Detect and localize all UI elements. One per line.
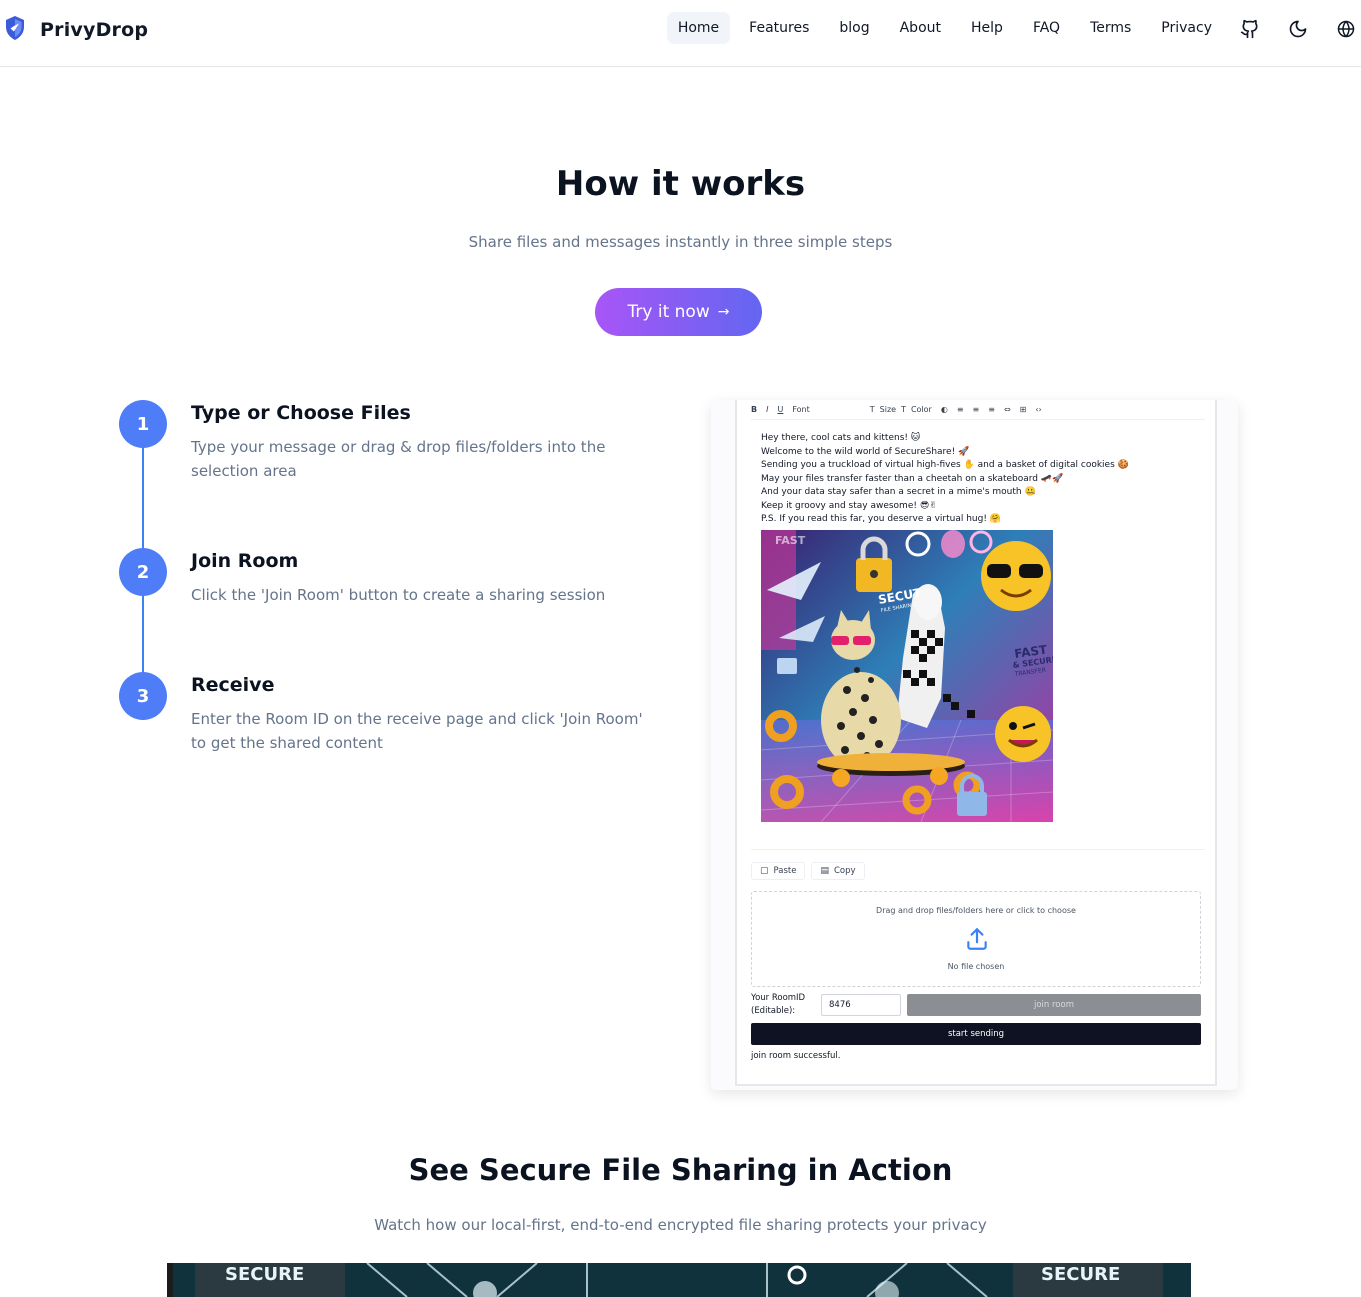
demo-video[interactable]: SECURE SECURE <box>167 1263 1191 1297</box>
art-fast-text: FAST <box>775 534 806 547</box>
video-text-right: SECURE <box>1041 1264 1120 1285</box>
nav-link-about[interactable]: About <box>889 12 952 44</box>
message-line: Welcome to the wild world of SecureShare… <box>761 446 970 457</box>
join-room-button[interactable]: join room <box>907 994 1201 1016</box>
start-sending-button[interactable]: start sending <box>751 1023 1201 1045</box>
demo-screenshot: B I U Font T Size T Color ◐ ≡ ≡ ≡ ⇔ ⊞ ‹›… <box>711 400 1238 1090</box>
step-title: Receive <box>191 674 275 696</box>
nav-link-blog[interactable]: blog <box>828 12 880 44</box>
try-it-now-button[interactable]: Try it now → <box>595 288 762 336</box>
message-line: P.S. If you read this far, you deserve a… <box>761 514 1002 524</box>
file-dropzone[interactable]: Drag and drop files/folders here or clic… <box>751 891 1201 987</box>
video-text-left: SECURE <box>225 1264 304 1285</box>
link-icon[interactable]: ⇔ <box>1004 405 1011 414</box>
step-number-badge: 1 <box>119 400 167 448</box>
align-center-icon[interactable]: ≡ <box>973 405 980 414</box>
nav-links: Home Features blog About Help FAQ Terms … <box>659 12 1223 44</box>
step-title: Join Room <box>191 550 299 572</box>
image-icon[interactable]: ⊞ <box>1020 405 1027 414</box>
code-icon[interactable]: ‹› <box>1035 405 1041 414</box>
nav-link-terms[interactable]: Terms <box>1079 12 1142 44</box>
embedded-illustration: FAST SECUT FILE SHARING FAST & SECURE TR… <box>761 530 1053 822</box>
room-id-label-line: (Editable): <box>751 1006 796 1016</box>
step-title: Type or Choose Files <box>191 402 411 424</box>
nav-link-features[interactable]: Features <box>738 12 820 44</box>
section-title: See Secure File Sharing in Action <box>408 1153 953 1187</box>
copy-button[interactable]: ▤ Copy <box>811 862 865 880</box>
step-number-badge: 2 <box>119 548 167 596</box>
no-file-text: No file chosen <box>947 962 1005 971</box>
text-color-icon: T <box>901 405 906 414</box>
align-left-icon[interactable]: ≡ <box>957 405 964 414</box>
message-editor[interactable]: Hey there, cool cats and kittens! 🐱 Welc… <box>751 422 1205 850</box>
nav-link-home[interactable]: Home <box>666 12 731 44</box>
brand-name: PrivyDrop <box>40 19 149 41</box>
upload-icon <box>964 926 990 956</box>
demo-app-frame: B I U Font T Size T Color ◐ ≡ ≡ ≡ ⇔ ⊞ ‹›… <box>735 400 1217 1086</box>
dropzone-instructions: Drag and drop files/folders here or clic… <box>876 906 1076 915</box>
message-line: And your data stay safer than a secret i… <box>761 487 1036 497</box>
copy-icon: ▤ <box>820 866 829 876</box>
status-message: join room successful. <box>751 1051 841 1061</box>
paste-label: Paste <box>773 866 797 876</box>
github-icon[interactable] <box>1239 18 1261 40</box>
copy-label: Copy <box>833 866 856 876</box>
section-subtitle: Watch how our local-first, end-to-end en… <box>374 1216 987 1234</box>
font-select[interactable]: Font <box>792 405 809 414</box>
size-select[interactable]: Size <box>880 405 896 414</box>
align-right-icon[interactable]: ≡ <box>988 405 995 414</box>
editor-toolbar: B I U Font T Size T Color ◐ ≡ ≡ ≡ ⇔ ⊞ ‹› <box>751 400 1205 420</box>
message-line: Hey there, cool cats and kittens! 🐱 <box>761 433 921 443</box>
nav-icon-group <box>1213 18 1357 40</box>
page-subtitle: Share files and messages instantly in th… <box>468 233 893 251</box>
cta-label: Try it now <box>627 302 710 322</box>
message-line: Keep it groovy and stay awesome! 😎✌ <box>761 500 937 511</box>
message-line: Sending you a truckload of virtual high-… <box>761 460 1129 470</box>
palette-icon[interactable]: ◐ <box>941 405 948 414</box>
globe-icon[interactable] <box>1335 18 1357 40</box>
clipboard-icon: ▢ <box>760 866 769 876</box>
message-line: May your files transfer faster than a ch… <box>761 473 1064 484</box>
message-text: Hey there, cool cats and kittens! 🐱 Welc… <box>761 432 1129 527</box>
paste-button[interactable]: ▢ Paste <box>751 862 806 880</box>
bold-button[interactable]: B <box>751 405 757 414</box>
arrow-right-icon: → <box>717 304 730 320</box>
room-id-label-line: Your RoomID <box>751 993 806 1003</box>
nav-link-faq[interactable]: FAQ <box>1022 12 1071 44</box>
moon-icon[interactable] <box>1287 18 1309 40</box>
step-description: Click the 'Join Room' button to create a… <box>191 586 606 604</box>
clipboard-actions: ▢ Paste ▤ Copy <box>751 862 871 880</box>
room-id-input[interactable]: 8476 <box>821 994 901 1016</box>
top-navbar: PrivyDrop Home Features blog About Help … <box>0 0 1361 67</box>
italic-button[interactable]: I <box>766 405 768 414</box>
step-number-badge: 3 <box>119 672 167 720</box>
step-description: Enter the Room ID on the receive page an… <box>191 710 643 752</box>
nav-link-help[interactable]: Help <box>960 12 1014 44</box>
underline-button[interactable]: U <box>777 405 783 414</box>
brand-logo-link[interactable]: PrivyDrop <box>4 15 148 45</box>
shield-logo-icon <box>4 15 26 45</box>
text-size-icon: T <box>869 405 875 414</box>
step-description: Type your message or drag & drop files/f… <box>191 438 606 480</box>
color-select[interactable]: Color <box>911 405 932 414</box>
page-title: How it works <box>555 164 806 204</box>
room-id-label: Your RoomID (Editable): <box>751 992 805 1018</box>
